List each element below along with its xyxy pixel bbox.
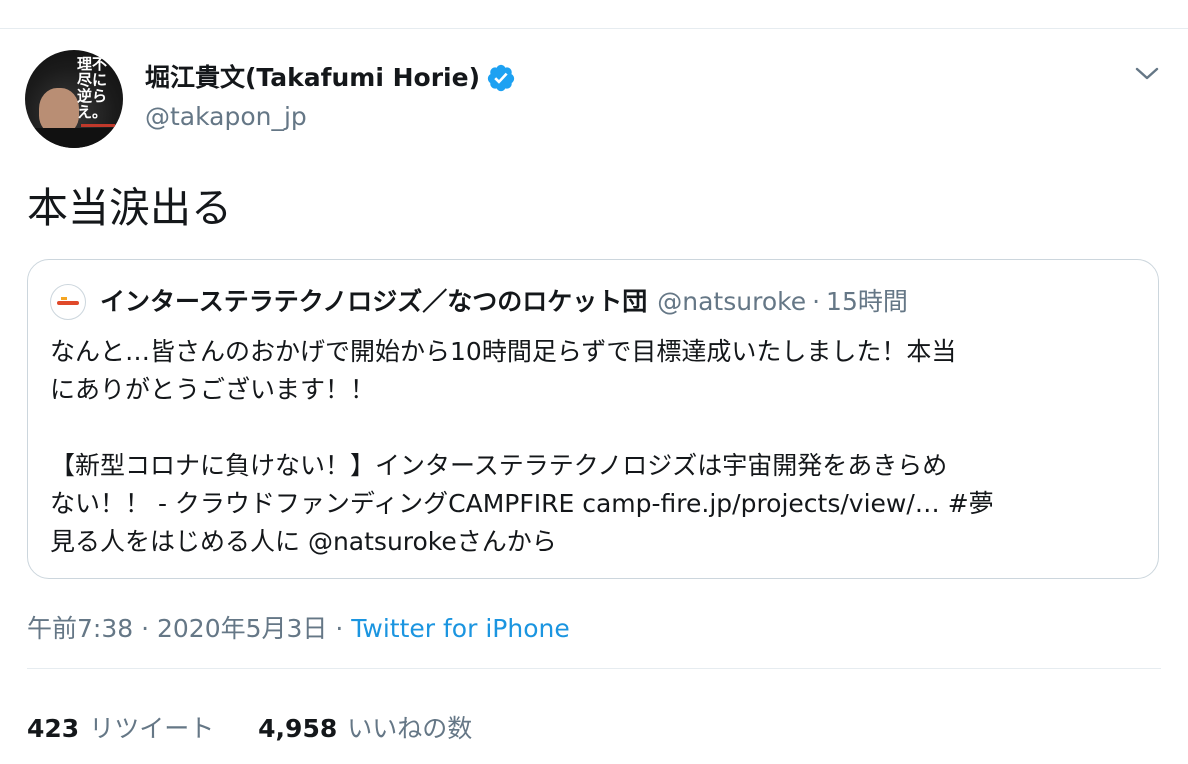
tweet-source-link[interactable]: Twitter for iPhone [351, 614, 569, 643]
meta-separator: · [327, 614, 352, 643]
avatar-shirt [25, 128, 123, 148]
author-avatar[interactable]: 理不尽に逆らえ。 [25, 50, 123, 148]
tweet-text: 本当涙出る [27, 184, 232, 232]
top-divider [0, 28, 1188, 29]
quoted-tweet-card[interactable]: インターステラテクノロジズ／なつのロケット団 @natsuroke · 15時間… [27, 259, 1159, 579]
quoted-tweet-body: なんと…皆さんのおかげで開始から10時間足らずで目標達成いたしました！本当 にあ… [50, 337, 994, 556]
author-display-name-row[interactable]: 堀江貴文(Takafumi Horie) [145, 60, 516, 96]
verified-badge-icon [487, 64, 515, 92]
like-label: いいねの数 [347, 714, 473, 743]
quoted-author-avatar [50, 284, 86, 320]
tweet-meta: 午前7:38 · 2020年5月3日 · Twitter for iPhone [27, 612, 570, 646]
quoted-timestamp: 15時間 [826, 287, 908, 316]
tweet-time[interactable]: 午前7:38 [27, 614, 133, 643]
quoted-author-handle: @natsuroke [657, 287, 807, 316]
avatar-red-line [81, 124, 115, 127]
like-count: 4,958 [258, 714, 338, 743]
quoted-avatar-mark [57, 301, 79, 305]
retweet-label: リツイート [89, 714, 215, 743]
like-count-link[interactable]: 4,958 いいねの数 [258, 712, 472, 746]
quoted-author-name: インターステラテクノロジズ／なつのロケット団 [100, 287, 648, 316]
meta-separator: · [133, 614, 157, 643]
chevron-down-icon[interactable] [1134, 64, 1160, 84]
tweet-date[interactable]: 2020年5月3日 [157, 614, 327, 643]
avatar-cover-text: 理不尽に逆らえ。 [77, 55, 108, 121]
author-display-name[interactable]: 堀江貴文(Takafumi Horie) [145, 60, 480, 96]
quoted-separator: · [812, 287, 821, 316]
tweet-stats: 423 リツイート 4,958 いいねの数 [27, 712, 508, 746]
meta-divider [27, 668, 1161, 669]
retweet-count-link[interactable]: 423 リツイート [27, 712, 214, 746]
quoted-tweet-header: インターステラテクノロジズ／なつのロケット団 @natsuroke · 15時間 [50, 284, 908, 320]
retweet-count: 423 [27, 714, 80, 743]
author-handle[interactable]: @takapon_jp [145, 100, 307, 134]
quoted-avatar-mark-small [61, 297, 67, 300]
